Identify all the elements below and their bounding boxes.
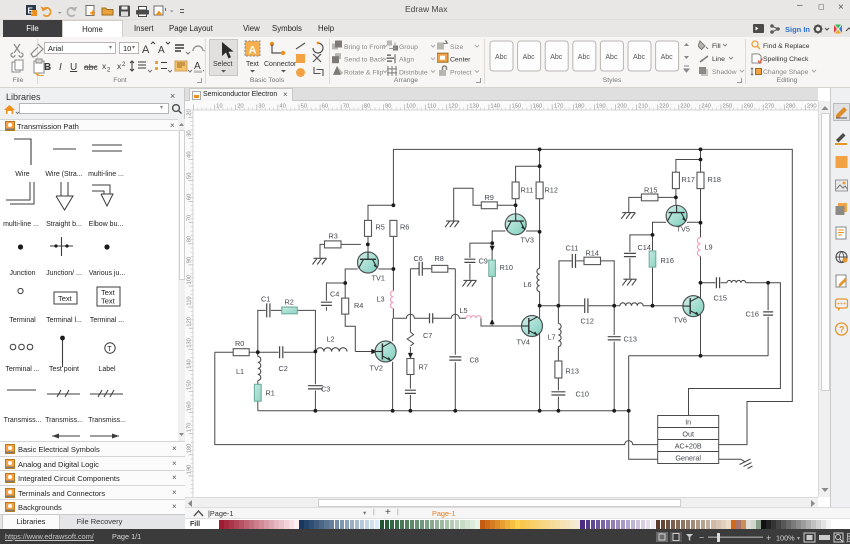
svg-text:C2: C2 [279,364,288,373]
svg-text:100%: 100% [776,533,795,542]
svg-text:C10: C10 [576,390,589,399]
svg-text:▾: ▾ [797,536,800,542]
svg-text:C9: C9 [479,257,488,266]
svg-text:R8: R8 [435,254,444,263]
svg-text:R5: R5 [376,223,385,232]
svg-text:R18: R18 [708,175,721,184]
svg-text:?: ? [839,325,845,335]
svg-text:R10: R10 [500,263,513,272]
svg-text:R13: R13 [566,367,579,376]
svg-text:AC+20B: AC+20B [675,441,702,450]
svg-text:TV1: TV1 [372,274,385,283]
svg-text:L2: L2 [327,335,335,344]
svg-text:R6: R6 [400,223,409,232]
svg-text:TV4: TV4 [517,338,530,347]
svg-text:R14: R14 [586,249,599,258]
svg-text:Out: Out [682,429,694,438]
svg-text:C6: C6 [414,254,423,263]
svg-text:R9: R9 [485,193,494,202]
svg-text:R15: R15 [644,186,657,195]
svg-text:C3: C3 [321,385,330,394]
svg-text:L3: L3 [377,295,385,304]
svg-text:In: In [685,417,691,426]
svg-text:R17: R17 [682,175,695,184]
svg-text:C4: C4 [330,290,339,299]
svg-text:R4: R4 [354,301,363,310]
svg-text:+: + [766,533,771,543]
svg-text:R11: R11 [521,186,534,195]
svg-text:C8: C8 [470,356,479,365]
svg-text:C7: C7 [423,331,432,340]
svg-text:TV2: TV2 [370,364,383,373]
svg-text:R12: R12 [545,186,558,195]
svg-text:L9: L9 [705,243,713,252]
svg-text:C14: C14 [638,243,651,252]
svg-text:L6: L6 [524,280,532,289]
svg-text:C1: C1 [261,295,270,304]
svg-text:L1: L1 [236,367,244,376]
svg-text:C13: C13 [624,335,637,344]
svg-text:TV5: TV5 [677,225,690,234]
svg-text:C11: C11 [566,244,579,253]
svg-text:R2: R2 [285,298,294,307]
svg-text:R3: R3 [329,232,338,241]
svg-text:L7: L7 [548,333,556,342]
svg-text:C12: C12 [581,317,594,326]
svg-text:TV6: TV6 [674,316,687,325]
svg-text:L5: L5 [460,306,468,315]
svg-text:R0: R0 [235,339,244,348]
svg-text:TV3: TV3 [521,236,534,245]
svg-text:C15: C15 [714,294,727,303]
svg-text:R1: R1 [266,389,275,398]
svg-text:R16: R16 [661,256,674,265]
svg-text:C16: C16 [746,310,759,319]
svg-text:R7: R7 [419,363,428,372]
svg-text:−: − [699,532,704,542]
svg-text:General: General [675,453,701,462]
